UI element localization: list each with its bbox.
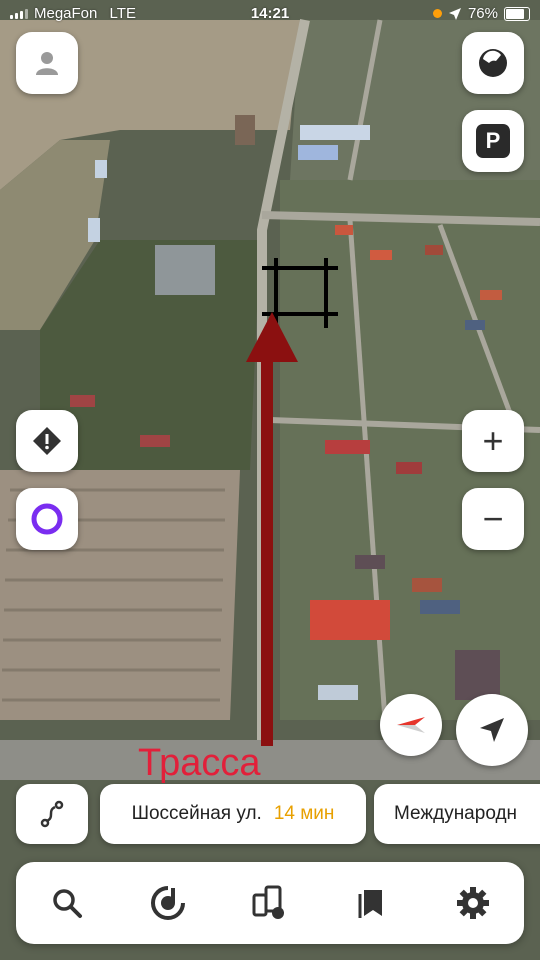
route-icon xyxy=(40,800,64,828)
alice-voice-button[interactable] xyxy=(16,488,78,550)
search-icon xyxy=(53,889,82,918)
route-destination: Шоссейная ул. xyxy=(131,803,262,824)
status-bar: MegaFon LTE 14:21 76% xyxy=(0,0,540,28)
search-button[interactable] xyxy=(37,873,97,933)
road-events-button[interactable] xyxy=(16,410,78,472)
zoom-in-button[interactable]: + xyxy=(462,410,524,472)
parking-button[interactable]: P xyxy=(462,110,524,172)
route-eta: 14 мин xyxy=(273,803,335,824)
bottom-toolbar xyxy=(16,862,524,944)
road-label: Трасса xyxy=(138,742,261,784)
route-suggestion-2[interactable]: Международн xyxy=(374,784,540,844)
alice-icon xyxy=(31,503,63,535)
layers-icon xyxy=(479,49,507,77)
route-options-button[interactable] xyxy=(16,784,88,844)
parking-icon: P xyxy=(476,124,510,158)
transport-icon xyxy=(252,885,284,919)
layers-button[interactable] xyxy=(462,32,524,94)
bookmarks-button[interactable] xyxy=(342,873,402,933)
recording-dot-icon xyxy=(432,9,442,18)
battery-icon xyxy=(504,6,530,21)
transport-button[interactable] xyxy=(240,873,300,933)
location-arrow-icon xyxy=(448,7,461,20)
settings-icon xyxy=(457,887,490,919)
user-icon xyxy=(36,52,58,75)
compass-button[interactable] xyxy=(380,694,442,756)
route-suggestion-1[interactable]: Шоссейная ул. 14 мин xyxy=(100,784,366,844)
navigation-arrow-icon xyxy=(480,718,504,742)
profile-button[interactable] xyxy=(16,32,78,94)
compass-icon xyxy=(397,717,425,733)
zoom-out-button[interactable]: − xyxy=(462,488,524,550)
music-icon xyxy=(151,886,186,920)
warning-icon xyxy=(33,427,61,455)
music-button[interactable] xyxy=(138,873,198,933)
route-destination: Международн xyxy=(394,803,518,824)
my-location-button[interactable] xyxy=(456,694,528,766)
bookmarks-icon xyxy=(358,890,382,918)
settings-button[interactable] xyxy=(443,873,503,933)
battery-percent: 76% xyxy=(467,5,498,22)
